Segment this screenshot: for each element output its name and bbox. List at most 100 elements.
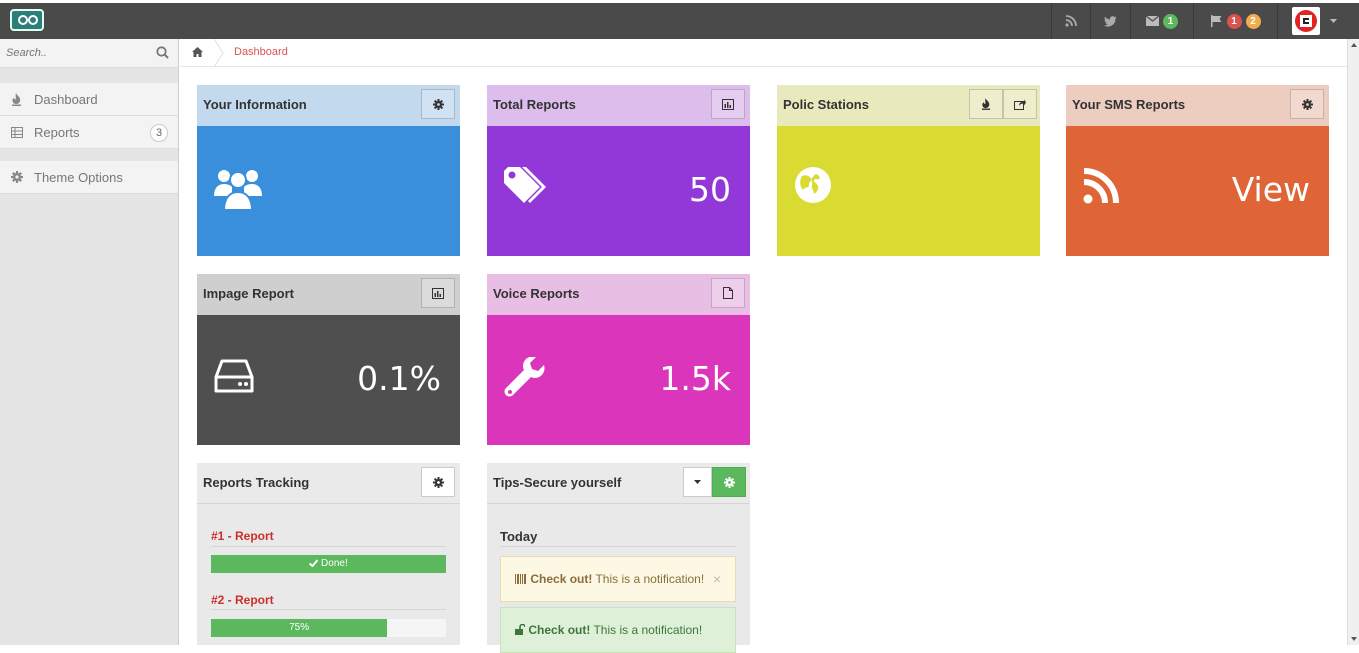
widget-header: Impage Report (197, 274, 460, 315)
widget-value: 1.5k (659, 359, 731, 398)
scrollbar[interactable] (1347, 39, 1359, 645)
chart-button[interactable] (711, 89, 745, 119)
messages-button[interactable]: 1 (1130, 3, 1193, 39)
widget-header: Voice Reports (487, 274, 750, 315)
widget-title: Tips-Secure yourself (493, 475, 622, 490)
sidebar-item-label: Reports (34, 124, 80, 140)
widget-header: Polic Stations (777, 85, 1040, 126)
search-box (0, 39, 178, 68)
chart-button[interactable] (421, 278, 455, 308)
widget-header: Total Reports (487, 85, 750, 126)
search-icon[interactable] (156, 46, 169, 64)
widget-body: 1.5k (487, 315, 750, 445)
tips-body: Today Check out! This is a notification!… (487, 504, 750, 653)
scroll-down-icon[interactable] (1348, 635, 1359, 643)
progress-label: Done! (321, 558, 348, 569)
hard-drive-icon (214, 359, 254, 398)
settings-button[interactable] (1290, 89, 1324, 119)
gear-icon (432, 476, 444, 488)
widget-title: Impage Report (203, 286, 295, 301)
widget-police-stations: Polic Stations (777, 85, 1040, 256)
avatar-logo-icon (1295, 10, 1317, 32)
sidebar-item-dashboard[interactable]: Dashboard (0, 83, 178, 116)
rss-icon (1065, 15, 1077, 27)
bar-chart-icon (722, 98, 734, 110)
fire-button[interactable] (969, 89, 1003, 119)
widget-tips: Tips-Secure yourself Today Check out! Th… (487, 463, 750, 653)
breadcrumb-current[interactable]: Dashboard (234, 46, 288, 58)
fire-icon (981, 98, 991, 110)
caret-down-icon (1330, 19, 1337, 23)
notification-strong: Check out! (528, 623, 591, 637)
globe-icon (794, 166, 832, 209)
gear-icon (432, 98, 444, 110)
widget-body (197, 126, 460, 256)
users-icon (214, 164, 262, 215)
widget-value: 50 (689, 170, 731, 209)
notification-strong: Check out! (530, 572, 593, 586)
flag-icon (1210, 15, 1221, 27)
settings-button[interactable] (421, 89, 455, 119)
home-icon[interactable] (192, 47, 203, 60)
widget-value: 0.1% (357, 359, 441, 398)
twitter-icon (1104, 15, 1117, 27)
sidebar: Dashboard Reports 3 Theme Options (0, 39, 179, 645)
progress-bar: Done! (211, 555, 446, 573)
envelope-icon (1146, 16, 1159, 26)
flag-count-badge-orange: 2 (1245, 13, 1261, 29)
sidebar-item-label: Theme Options (34, 169, 123, 185)
sidebar-item-reports[interactable]: Reports 3 (0, 116, 178, 149)
close-icon[interactable]: × (713, 557, 721, 601)
sidebar-item-label: Dashboard (34, 91, 98, 107)
settings-button[interactable] (712, 467, 746, 497)
file-icon (723, 287, 733, 299)
report-title[interactable]: #1 - Report (211, 529, 274, 543)
widget-header: Reports Tracking (197, 463, 460, 504)
share-button[interactable] (1003, 89, 1037, 119)
barcode-icon (515, 574, 526, 584)
divider (211, 546, 446, 547)
view-link[interactable]: View (1232, 170, 1310, 209)
logo-icon (18, 15, 38, 25)
notification-success: Check out! This is a notification! (500, 607, 736, 653)
breadcrumb-divider (214, 39, 224, 67)
progress-fill-0: Done! (211, 555, 446, 573)
breadcrumb: Dashboard (180, 39, 1347, 67)
sidebar-item-theme-options[interactable]: Theme Options (0, 161, 178, 194)
divider (211, 609, 446, 610)
progress-label: 75% (289, 622, 310, 633)
widget-body (777, 126, 1040, 256)
dropdown-button[interactable] (683, 467, 712, 497)
widget-image-report: Impage Report 0.1% (197, 274, 460, 445)
tags-icon (504, 167, 552, 212)
widget-reports-tracking: Reports Tracking #1 - Report Done! #2 - … (197, 463, 460, 645)
widget-title: Polic Stations (783, 97, 869, 112)
rss-icon (1083, 168, 1119, 209)
gear-icon (1301, 98, 1313, 110)
section-title: Today (500, 529, 538, 544)
widget-body: 50 (487, 126, 750, 256)
widget-title: Total Reports (493, 97, 576, 112)
search-input[interactable] (6, 45, 146, 61)
caret-down-icon (694, 480, 701, 484)
notifications-button[interactable]: 1 2 (1193, 3, 1277, 39)
logo[interactable] (10, 9, 44, 31)
widget-header: Tips-Secure yourself (487, 463, 750, 504)
twitter-button[interactable] (1090, 3, 1130, 39)
file-button[interactable] (711, 278, 745, 308)
avatar (1292, 7, 1320, 35)
rss-button[interactable] (1051, 3, 1090, 39)
notification-text: This is a notification! (592, 572, 705, 586)
widget-your-information: Your Information (197, 85, 460, 256)
widget-title: Reports Tracking (203, 475, 310, 490)
messages-count-badge: 1 (1163, 13, 1178, 29)
scroll-up-icon[interactable] (1348, 41, 1359, 49)
user-menu[interactable] (1277, 3, 1347, 39)
widget-body: 0.1% (197, 315, 460, 445)
settings-button[interactable] (421, 467, 455, 497)
reports-count-badge: 3 (150, 124, 168, 142)
bar-chart-icon (432, 287, 444, 299)
notification-text: This is a notification! (590, 623, 703, 637)
report-title[interactable]: #2 - Report (211, 593, 274, 607)
progress-bar: 75% (211, 619, 446, 637)
